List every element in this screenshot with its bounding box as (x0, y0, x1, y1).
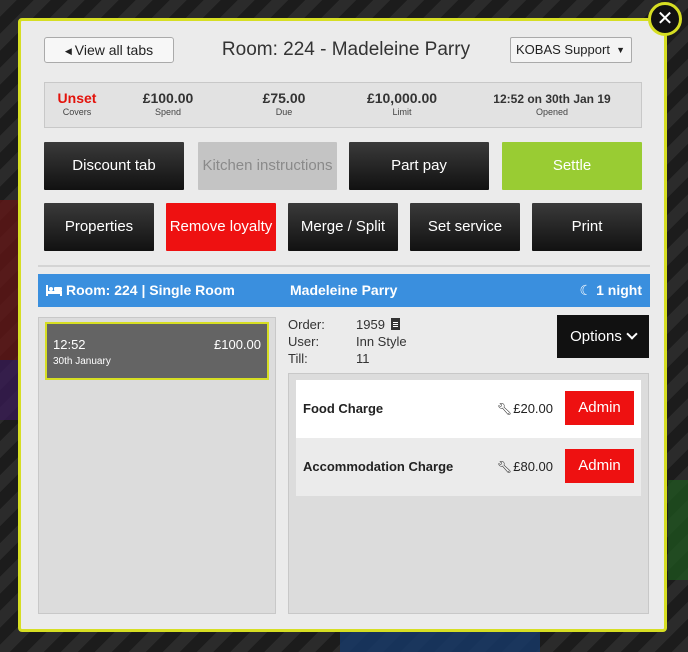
charge-amount: 🔧︎£20.00 (497, 401, 553, 416)
spend-value: £100.00 (142, 90, 194, 106)
tab-modal: ◀ View all tabs Room: 224 - Madeleine Par… (18, 18, 667, 632)
order-value: 1959 (356, 317, 400, 332)
charge-row: Food Charge 🔧︎£20.00 Admin (296, 380, 641, 438)
set-service-button[interactable]: Set service (410, 203, 520, 251)
options-button[interactable]: Options (557, 315, 649, 358)
covers-stat: Unset Covers (55, 90, 99, 117)
covers-value: Unset (57, 90, 97, 106)
charge-name: Accommodation Charge (303, 459, 454, 474)
limit-stat: £10,000.00 Limit (359, 90, 445, 117)
background-stripe (340, 630, 540, 652)
limit-label: Limit (392, 107, 412, 117)
tab-card[interactable]: 12:52 30th January £100.00 (45, 322, 269, 380)
moon-icon: ☾ (579, 283, 593, 299)
till-label: Till: (288, 351, 308, 366)
room-bar: Room: 224 | Single Room Madeleine Parry … (38, 274, 650, 307)
document-icon[interactable] (390, 318, 400, 330)
background-stripe (668, 480, 688, 580)
admin-button[interactable]: Admin (565, 449, 634, 483)
caret-left-icon: ◀ (64, 46, 72, 56)
covers-label: Covers (62, 107, 92, 117)
charges-panel: Food Charge 🔧︎£20.00 Admin Accommodation… (288, 373, 649, 614)
close-icon: ✕ (656, 6, 674, 30)
guest-name: Madeleine Parry (290, 282, 398, 298)
wrench-icon[interactable]: 🔧︎ (497, 402, 512, 416)
order-label: Order: (288, 317, 325, 332)
user-row: User: Inn Style (288, 334, 488, 351)
tab-card-amount: £100.00 (214, 337, 261, 352)
tab-summary: Unset Covers £100.00 Spend £75.00 Due £1… (44, 82, 642, 128)
charge-row: Accommodation Charge 🔧︎£80.00 Admin (296, 438, 641, 496)
tab-card-date: 30th January (53, 356, 111, 367)
nights-count: ☾ 1 night (580, 274, 642, 308)
till-row: Till: 11 (288, 351, 488, 368)
kitchen-instructions-button[interactable]: Kitchen instructions (198, 142, 337, 190)
tabs-list-panel: 12:52 30th January £100.00 (38, 317, 276, 614)
spend-label: Spend (154, 107, 182, 117)
due-stat: £75.00 Due (251, 90, 317, 117)
view-all-tabs-label: View all tabs (74, 42, 154, 58)
opened-label: Opened (535, 107, 569, 117)
opened-stat: 12:52 on 30th Jan 19 Opened (485, 90, 619, 117)
remove-loyalty-button[interactable]: Remove loyalty (166, 203, 276, 251)
background-stripe (0, 360, 20, 420)
dropdown-arrow-icon: ▼ (616, 45, 625, 55)
user-value: Inn Style (356, 334, 407, 349)
charge-name: Food Charge (303, 401, 384, 416)
print-button[interactable]: Print (532, 203, 642, 251)
till-value: 11 (356, 351, 370, 366)
charge-amount-value: £20.00 (513, 401, 553, 416)
tab-card-time: 12:52 (53, 337, 86, 352)
wrench-icon[interactable]: 🔧︎ (497, 460, 512, 474)
order-info: Order: 1959 User: Inn Style Till: 11 (288, 317, 488, 368)
staff-select-value: KOBAS Support (516, 42, 610, 57)
charge-amount-value: £80.00 (513, 459, 553, 474)
view-all-tabs-button[interactable]: ◀ View all tabs (44, 37, 174, 63)
opened-value: 12:52 on 30th Jan 19 (493, 92, 611, 106)
admin-button[interactable]: Admin (565, 391, 634, 425)
divider (38, 265, 650, 267)
part-pay-button[interactable]: Part pay (349, 142, 489, 190)
charge-amount: 🔧︎£80.00 (497, 459, 553, 474)
merge-split-button[interactable]: Merge / Split (288, 203, 398, 251)
spend-stat: £100.00 Spend (133, 90, 203, 117)
background-stripe (0, 200, 20, 360)
due-label: Due (275, 107, 293, 117)
order-number: 1959 (356, 317, 385, 332)
settle-button[interactable]: Settle (502, 142, 642, 190)
user-label: User: (288, 334, 320, 349)
chevron-down-icon (626, 328, 638, 340)
bed-icon (46, 274, 62, 307)
close-button[interactable]: ✕ (648, 2, 682, 36)
order-row: Order: 1959 (288, 317, 488, 334)
page-title: Room: 224 - Madeleine Parry (221, 39, 471, 60)
staff-select[interactable]: KOBAS Support ▼ (510, 37, 632, 63)
options-label: Options (570, 328, 622, 345)
due-value: £75.00 (262, 90, 306, 106)
discount-tab-button[interactable]: Discount tab (44, 142, 184, 190)
nights-label: 1 night (596, 282, 642, 298)
limit-value: £10,000.00 (366, 90, 438, 106)
room-label: Room: 224 | Single Room (66, 282, 235, 298)
properties-button[interactable]: Properties (44, 203, 154, 251)
